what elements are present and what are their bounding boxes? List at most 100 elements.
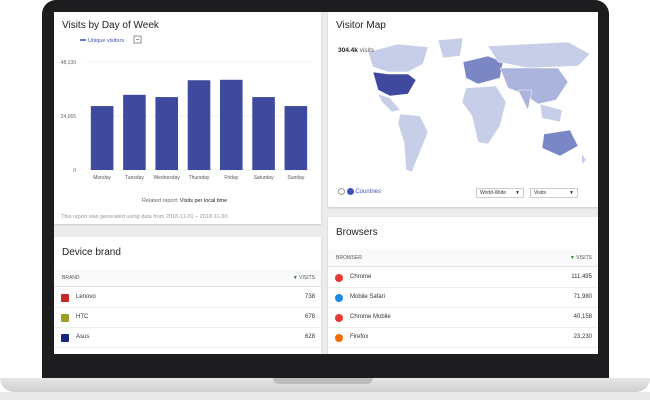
related-report: Related report: Visits per local time xyxy=(142,198,227,204)
table-row[interactable]: Chrome Mobile 40,158 xyxy=(328,308,598,328)
map-stat-label: visits xyxy=(359,47,375,54)
row-label: Asus xyxy=(76,334,90,340)
map-greenland xyxy=(437,37,464,59)
x-tick-label: Saturday xyxy=(254,175,275,181)
row-value: 111,495 xyxy=(571,274,592,280)
table-header: BRAND ▼ VISITS xyxy=(54,269,321,287)
map-canada xyxy=(367,43,429,73)
table-row[interactable]: Lenovo 738 xyxy=(54,288,321,308)
table-row[interactable]: Mobile Safari 71,980 xyxy=(328,288,598,308)
table-header: BROWSER ▼ VISITS xyxy=(328,249,598,267)
countries-link[interactable]: Countries xyxy=(355,189,381,195)
col-visits[interactable]: ▼ VISITS xyxy=(293,275,315,281)
row-value: 738 xyxy=(304,294,315,300)
metric-select[interactable]: Visits ▼ xyxy=(530,188,578,198)
metric-select-value: Visits xyxy=(534,190,546,196)
bar-saturday[interactable] xyxy=(252,97,275,170)
map-card-title: Visitor Map xyxy=(336,20,386,31)
browsers-card-title: Browsers xyxy=(336,227,378,238)
table-row[interactable]: Chrome 111,495 xyxy=(328,268,598,288)
y-tick-label: 0 xyxy=(73,168,76,174)
col-visits[interactable]: ▼ VISITS xyxy=(570,255,592,261)
chevron-down-icon: ▼ xyxy=(569,190,574,196)
x-tick-label: Monday xyxy=(93,175,111,181)
map-stat: 304.4k visits xyxy=(338,47,374,54)
map-russia xyxy=(487,41,591,69)
bar-tuesday[interactable] xyxy=(123,94,146,170)
device-card-title: Device brand xyxy=(62,247,121,258)
row-value: 678 xyxy=(304,314,315,320)
chart-legend[interactable]: Unique visitors xyxy=(80,38,124,44)
legend-label: Unique visitors xyxy=(88,38,124,44)
chevron-down-icon: ▼ xyxy=(515,190,520,196)
sort-desc-icon: ▼ xyxy=(292,275,298,281)
bar-thursday[interactable] xyxy=(187,80,211,170)
y-tick-label: 48,130 xyxy=(61,60,77,66)
map-stat-value: 304.4k xyxy=(338,47,358,54)
table-row[interactable]: Safari19,827 xyxy=(328,348,598,354)
bar-sunday[interactable] xyxy=(284,106,308,170)
sort-desc-icon: ▼ xyxy=(569,255,575,261)
asus-icon xyxy=(61,334,69,342)
related-report-link[interactable]: Visits per local time xyxy=(180,198,227,204)
region-select-value: World-Wide xyxy=(480,190,507,196)
map-africa xyxy=(461,85,507,145)
x-tick-label: Wednesday xyxy=(154,175,181,181)
map-asia xyxy=(499,67,569,105)
lenovo-icon xyxy=(61,294,69,302)
visitor-map-card: Visitor Map 304.4k visits Countries Worl… xyxy=(328,12,598,207)
chrome-icon xyxy=(335,314,343,322)
visits-by-day-card: Visits by Day of Week Monday Tuesday Wedne… xyxy=(54,12,321,224)
col-browser[interactable]: BROWSER xyxy=(336,255,362,261)
col-visits-label: VISITS xyxy=(299,275,315,281)
col-visits-label: VISITS xyxy=(576,255,592,261)
chrome-icon xyxy=(335,274,343,282)
report-footnote: This report was generated using data fro… xyxy=(61,214,229,220)
row-label: Chrome xyxy=(350,274,372,280)
map-se-asia xyxy=(539,103,563,123)
x-tick-label: Tuesday xyxy=(125,175,144,181)
row-value: 23,230 xyxy=(573,334,592,340)
laptop-screen: Visits by Day of Week Monday Tuesday Wedne… xyxy=(54,12,598,354)
y-tick-label: 24,065 xyxy=(61,114,77,120)
map-countries-toggle[interactable]: Countries xyxy=(338,188,381,195)
region-select[interactable]: World-Wide ▼ xyxy=(476,188,524,198)
visits-bar-chart: Monday Tuesday Wednesday Thursday Friday Satu… xyxy=(61,35,312,181)
globe-icon xyxy=(346,188,354,195)
zoom-out-icon[interactable] xyxy=(338,188,345,195)
map-usa xyxy=(372,71,417,97)
map-mexico xyxy=(377,93,401,113)
x-tick-label: Friday xyxy=(224,175,238,181)
table-row[interactable]: Asus 628 xyxy=(54,328,321,348)
map-australia xyxy=(541,129,579,157)
row-label: Mobile Safari xyxy=(350,294,386,300)
firefox-icon xyxy=(335,334,343,342)
table-row[interactable]: Firefox 23,230 xyxy=(328,328,598,348)
row-value: 40,158 xyxy=(573,314,592,320)
bar-monday[interactable] xyxy=(90,106,114,170)
laptop-notch xyxy=(273,378,373,384)
world-map[interactable] xyxy=(328,32,598,182)
row-label: Lenovo xyxy=(76,294,96,300)
row-label: HTC xyxy=(76,314,89,320)
bar-wednesday[interactable] xyxy=(155,97,179,170)
laptop-mockup: Visits by Day of Week Monday Tuesday Wedne… xyxy=(0,0,650,400)
browsers-card: Browsers BROWSER ▼ VISITS Chrome 111,495 M… xyxy=(328,217,598,354)
col-brand[interactable]: BRAND xyxy=(62,275,80,281)
related-prefix: Related report: xyxy=(142,198,179,204)
map-nz xyxy=(582,154,586,164)
map-south-america xyxy=(397,113,429,173)
laptop-shadow xyxy=(0,392,650,400)
bar-friday[interactable] xyxy=(219,79,243,170)
row-label: Firefox xyxy=(350,334,369,340)
row-label: Chrome Mobile xyxy=(350,314,391,320)
x-tick-label: Thursday xyxy=(189,175,210,181)
x-tick-label: Sunday xyxy=(287,175,304,181)
visits-card-title: Visits by Day of Week xyxy=(62,20,159,31)
table-row[interactable]: HTC 678 xyxy=(54,308,321,328)
htc-icon xyxy=(61,314,69,322)
device-brand-card: Device brand BRAND ▼ VISITS Lenovo 738 HTC… xyxy=(54,237,321,354)
export-icon[interactable] xyxy=(133,35,142,44)
row-value: 71,980 xyxy=(573,294,592,300)
map-india xyxy=(517,89,533,111)
